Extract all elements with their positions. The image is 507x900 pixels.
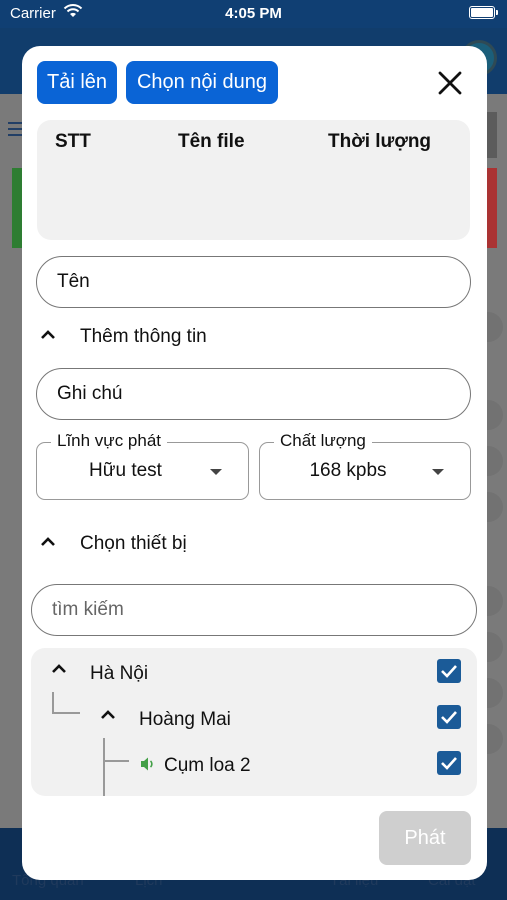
caret-down-icon <box>432 469 444 475</box>
chevron-up-icon <box>41 537 55 546</box>
tree-item-ha-noi[interactable]: Hà Nội <box>31 653 477 689</box>
field-select-value: Hữu test <box>89 460 162 481</box>
check-icon <box>441 665 457 678</box>
chevron-up-icon <box>41 330 55 339</box>
tree-item-hoang-mai[interactable]: Hoàng Mai <box>31 699 477 735</box>
tree-item-label: Cụm loa 2 <box>164 755 251 776</box>
broadcast-modal: Tải lên Chọn nội dung STT Tên file Thời … <box>22 46 487 880</box>
tree-item-cum-loa-2[interactable]: Cụm loa 2 <box>31 745 477 781</box>
field-select-label: Lĩnh vực phát <box>51 431 168 451</box>
speaker-icon <box>141 757 153 771</box>
device-section-label: Chọn thiết bị <box>80 533 187 554</box>
field-select[interactable]: Lĩnh vực phát Hữu test <box>36 431 249 500</box>
checkbox-checked[interactable] <box>437 659 461 683</box>
status-time: 4:05 PM <box>225 5 282 22</box>
column-header-index: STT <box>55 131 91 152</box>
check-icon <box>441 757 457 770</box>
menu-icon <box>8 122 22 136</box>
column-header-duration: Thời lượng <box>328 131 432 152</box>
status-bar: Carrier 4:05 PM <box>0 0 507 28</box>
chevron-up-icon[interactable] <box>51 663 67 675</box>
column-header-filename: Tên file <box>178 131 245 152</box>
name-input[interactable]: Tên <box>36 256 471 308</box>
choose-content-button[interactable]: Chọn nội dung <box>126 61 278 104</box>
file-table: STT Tên file Thời lượng <box>37 120 470 240</box>
caret-down-icon <box>210 469 222 475</box>
note-input[interactable]: Ghi chú <box>36 368 471 420</box>
quality-select-value: 168 kpbs <box>309 460 387 481</box>
check-icon <box>441 711 457 724</box>
close-icon[interactable] <box>435 68 465 98</box>
battery-icon <box>469 6 498 19</box>
device-tree: Hà Nội Hoàng Mai Cụm loa 2 <box>31 648 477 796</box>
play-button[interactable]: Phát <box>379 811 471 865</box>
device-search-input[interactable]: tìm kiếm <box>31 584 477 636</box>
more-info-label: Thêm thông tin <box>80 326 207 347</box>
quality-select[interactable]: Chất lượng 168 kpbs <box>259 431 471 500</box>
checkbox-checked[interactable] <box>437 751 461 775</box>
chevron-up-icon[interactable] <box>100 709 116 721</box>
quality-select-label: Chất lượng <box>274 431 372 451</box>
checkbox-checked[interactable] <box>437 705 461 729</box>
tree-item-label: Hoàng Mai <box>139 709 231 730</box>
upload-button[interactable]: Tải lên <box>37 61 117 104</box>
tree-item-label: Hà Nội <box>90 663 149 684</box>
